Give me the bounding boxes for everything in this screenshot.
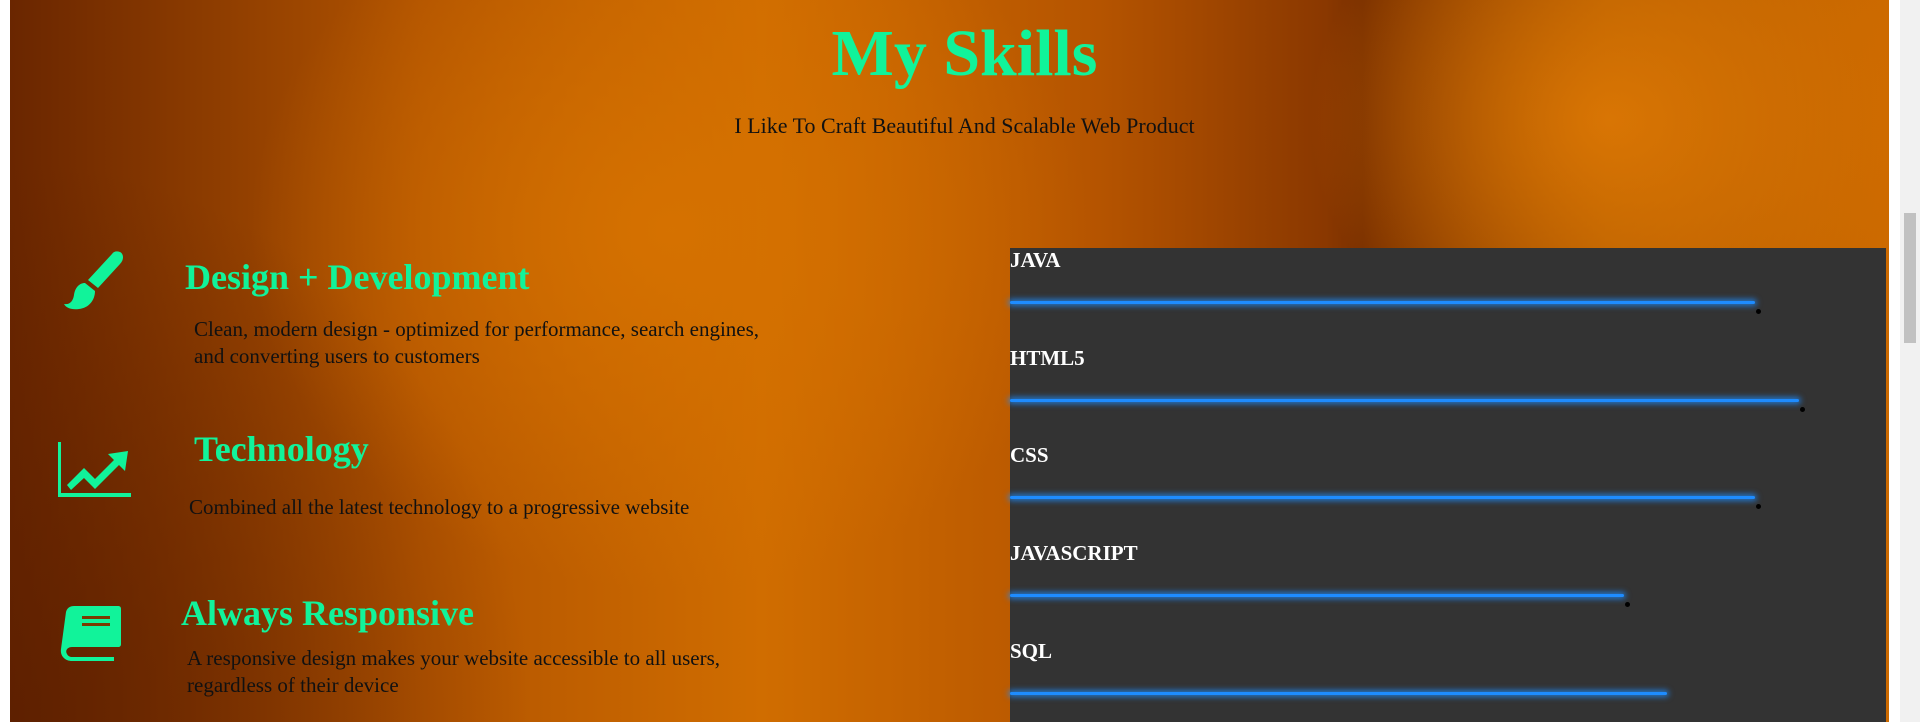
feature-description: Clean, modern design - optimized for per… [194,317,760,368]
skill-marker-dot [1756,309,1761,314]
skills-panel: JAVA HTML5 CSS JAVASCRIPT SQL [1010,248,1886,722]
skill-name: HTML5 [1010,346,1085,370]
skill-progress-bar [1010,301,1755,304]
page-scrollbar[interactable] [1900,0,1920,722]
chart-line-icon [58,440,134,503]
skill-name: JAVASCRIPT [1010,541,1138,565]
feature-description: A responsive design makes your website a… [187,646,721,697]
book-icon [60,604,122,667]
skill-marker-dot [1800,407,1805,412]
skill-name: SQL [1010,639,1053,663]
skill-progress-bar [1010,496,1755,499]
skill-marker-dot [1625,602,1630,607]
skill-progress-bar [1010,399,1799,402]
skills-section: My Skills I Like To Craft Beautiful And … [10,0,1889,722]
skill-progress-bar [1010,594,1624,597]
page-subtitle: I Like To Craft Beautiful And Scalable W… [734,113,1195,138]
feature-description: Combined all the latest technology to a … [189,495,690,519]
feature-title: Always Responsive [181,593,475,633]
skill-marker-dot [1756,504,1761,509]
skill-name: JAVA [1010,248,1061,272]
skill-name: CSS [1010,443,1049,467]
skill-progress-bar [1010,692,1667,695]
feature-title: Technology [194,429,369,469]
scrollbar-thumb[interactable] [1904,213,1916,343]
page-title: My Skills [831,17,1098,90]
paint-brush-icon [58,248,126,321]
feature-title: Design + Development [185,257,530,297]
